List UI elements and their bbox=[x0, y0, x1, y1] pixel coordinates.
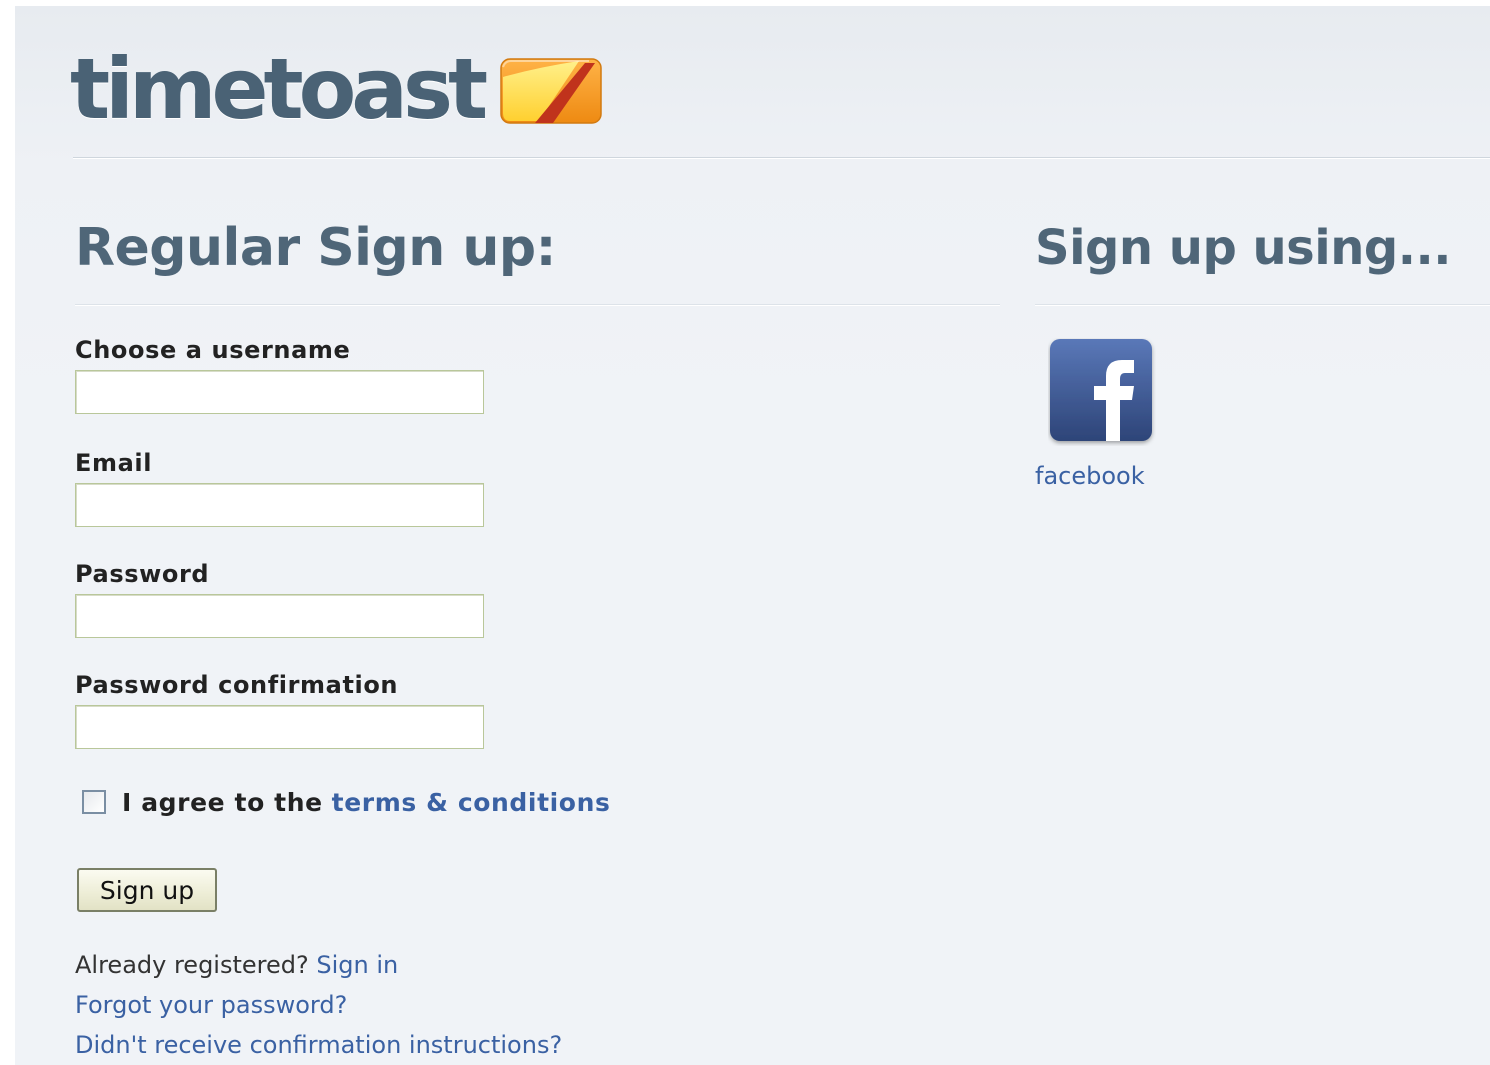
email-input[interactable] bbox=[75, 483, 484, 527]
terms-agreement-row: I agree to the terms & conditions bbox=[82, 782, 610, 822]
username-input[interactable] bbox=[75, 370, 484, 414]
forgot-password-line: Forgot your password? bbox=[75, 985, 562, 1025]
password-label: Password bbox=[75, 560, 210, 588]
terms-checkbox[interactable] bbox=[82, 790, 106, 814]
terms-agreement-text: I agree to the bbox=[122, 787, 323, 817]
logo-text: timetoast bbox=[70, 40, 488, 138]
confirmation-line: Didn't receive confirmation instructions… bbox=[75, 1025, 562, 1065]
social-signup-section: Sign up using... facebook bbox=[1035, 212, 1490, 490]
facebook-signup-option[interactable]: facebook bbox=[1035, 338, 1175, 490]
username-field-group: Choose a username bbox=[75, 335, 1000, 414]
regular-signup-section: Regular Sign up: Choose a username Email… bbox=[75, 212, 1000, 1059]
password-field-group: Password bbox=[75, 559, 1000, 638]
regular-signup-title: Regular Sign up: bbox=[75, 218, 556, 278]
email-label: Email bbox=[75, 449, 153, 477]
username-label: Choose a username bbox=[75, 336, 351, 364]
account-links: Already registered? Sign in Forgot your … bbox=[75, 945, 562, 1065]
toast-logo-icon bbox=[500, 58, 602, 124]
header-divider bbox=[73, 157, 1490, 159]
forgot-password-link[interactable]: Forgot your password? bbox=[75, 991, 347, 1019]
already-registered-text: Already registered? bbox=[75, 951, 309, 979]
sign-in-link[interactable]: Sign in bbox=[316, 951, 398, 979]
timetoast-logo[interactable]: timetoast bbox=[70, 44, 603, 134]
already-registered-line: Already registered? Sign in bbox=[75, 945, 562, 985]
social-signup-title: Sign up using... bbox=[1035, 220, 1451, 276]
password-confirmation-label: Password confirmation bbox=[75, 671, 399, 699]
password-confirmation-input[interactable] bbox=[75, 705, 484, 749]
confirmation-instructions-link[interactable]: Didn't receive confirmation instructions… bbox=[75, 1031, 562, 1059]
terms-conditions-link[interactable]: terms & conditions bbox=[332, 788, 611, 817]
email-field-group: Email bbox=[75, 448, 1000, 527]
password-input[interactable] bbox=[75, 594, 484, 638]
sign-up-button[interactable]: Sign up bbox=[77, 868, 217, 912]
password-confirmation-field-group: Password confirmation bbox=[75, 670, 1000, 749]
signup-page: timetoast Regular Sign up: Choose a user… bbox=[15, 6, 1490, 1065]
section-divider bbox=[75, 304, 1000, 306]
facebook-label[interactable]: facebook bbox=[1035, 462, 1175, 490]
section-divider bbox=[1035, 304, 1490, 306]
facebook-icon[interactable] bbox=[1048, 338, 1156, 446]
